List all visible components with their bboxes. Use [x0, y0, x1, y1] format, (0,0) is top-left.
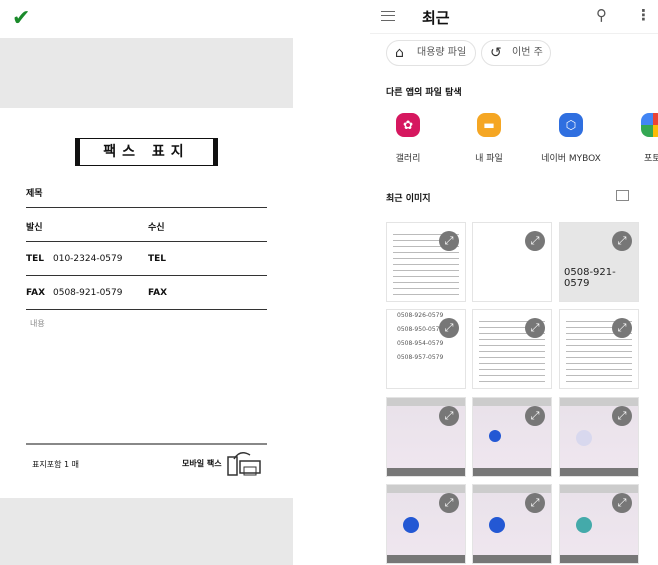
- expand-icon[interactable]: ⤢: [439, 406, 459, 426]
- tag-icon: ⌂: [395, 45, 404, 61]
- expand-icon[interactable]: ⤢: [525, 231, 545, 251]
- receiver-tel-label: TEL: [148, 254, 167, 264]
- list-view-icon[interactable]: [616, 190, 629, 201]
- app-label: 네이버 MYBOX: [541, 154, 601, 164]
- fax-row[interactable]: FAX 0508-921-0579 FAX: [26, 276, 267, 310]
- tel-label: TEL: [26, 254, 45, 264]
- thumb-content: [489, 430, 501, 442]
- image-thumb[interactable]: ⤢: [559, 309, 639, 389]
- explore-title: 다른 앱의 파일 탐색: [386, 88, 462, 98]
- mobile-fax-icon: [227, 452, 261, 476]
- expand-icon[interactable]: ⤢: [525, 406, 545, 426]
- photos-icon: [641, 113, 658, 137]
- check-icon[interactable]: ✔: [12, 6, 30, 31]
- app-bar: 최근 ⚲ ⋮: [370, 0, 658, 34]
- fax-cover-title: 팩스 표지: [75, 138, 218, 166]
- image-thumb[interactable]: ⤢: [386, 397, 466, 477]
- sender-receiver-row: 발신 수신: [26, 208, 267, 242]
- expand-icon[interactable]: ⤢: [439, 493, 459, 513]
- thumb-number: 0508-957-0579: [397, 354, 444, 361]
- file-picker-panel: 최근 ⚲ ⋮ ⌂ 대용량 파일 ↺ 이번 주 다른 앱의 파일 탐색 ✿ 갤러리 ▬ 내…: [370, 0, 658, 565]
- thumb-number: 0508-926-0579: [397, 312, 444, 319]
- image-thumb[interactable]: ⤢: [386, 484, 466, 564]
- folder-icon: ▬: [477, 113, 501, 137]
- thumb-content: [576, 517, 592, 533]
- image-thumb[interactable]: ⤢: [386, 222, 466, 302]
- thumb-content: [576, 430, 592, 446]
- fax-cover-panel: ✔ 팩스 표지 제목 발신 수신 TEL 010-2324-0579 TEL FAX 0…: [0, 0, 293, 565]
- chip-label: 이번 주: [512, 47, 543, 58]
- top-margin: [0, 38, 293, 108]
- thumb-number: 0508-950-0579: [397, 326, 444, 333]
- sender-fax: 0508-921-0579: [53, 288, 123, 298]
- page-title: 최근: [422, 9, 450, 27]
- image-thumb[interactable]: ⤢: [559, 397, 639, 477]
- more-icon[interactable]: ⋮: [636, 6, 651, 24]
- expand-icon[interactable]: ⤢: [612, 406, 632, 426]
- receiver-label: 수신: [148, 223, 165, 233]
- mybox-icon: ⬡: [559, 113, 583, 137]
- expand-icon[interactable]: ⤢: [612, 318, 632, 338]
- memo-field[interactable]: 내용: [30, 318, 45, 329]
- fax-label: FAX: [26, 288, 46, 298]
- chip-this-week[interactable]: ↺ 이번 주: [481, 40, 551, 66]
- app-mybox[interactable]: ⬡ 네이버 MYBOX: [531, 110, 611, 164]
- app-my-files[interactable]: ▬ 내 파일: [449, 110, 529, 164]
- sender-tel: 010-2324-0579: [53, 254, 123, 264]
- chip-label: 대용량 파일: [417, 47, 467, 58]
- thumb-content: [489, 517, 505, 533]
- app-label: 포토: [644, 154, 658, 164]
- thumb-number: 0508-954-0579: [397, 340, 444, 347]
- gallery-icon: ✿: [396, 113, 420, 137]
- subject-row[interactable]: 제목: [26, 174, 267, 208]
- tel-row[interactable]: TEL 010-2324-0579 TEL: [26, 242, 267, 276]
- image-thumb[interactable]: ⤢: [472, 484, 552, 564]
- image-thumb[interactable]: ⤢: [559, 484, 639, 564]
- receiver-fax-label: FAX: [148, 288, 168, 298]
- expand-icon[interactable]: ⤢: [612, 493, 632, 513]
- image-thumb[interactable]: 0508-921-0579 ⤢: [559, 222, 639, 302]
- thumb-content: [403, 517, 419, 533]
- search-icon[interactable]: ⚲: [596, 6, 607, 24]
- app-label: 갤러리: [395, 154, 421, 164]
- menu-icon[interactable]: [381, 11, 395, 21]
- expand-icon[interactable]: ⤢: [525, 493, 545, 513]
- bottom-margin: [0, 498, 293, 565]
- image-thumb[interactable]: ⤢: [472, 222, 552, 302]
- expand-icon[interactable]: ⤢: [612, 231, 632, 251]
- thumb-fax-number: 0508-921-0579: [564, 267, 616, 289]
- chip-large-files[interactable]: ⌂ 대용량 파일: [386, 40, 476, 66]
- image-thumb[interactable]: ⤢: [472, 397, 552, 477]
- cover-footer: 표지포함 1 매 모바일 팩스: [26, 443, 267, 483]
- app-label: 내 파일: [475, 154, 503, 164]
- expand-icon[interactable]: ⤢: [439, 231, 459, 251]
- app-photos[interactable]: 포토: [616, 110, 658, 164]
- brand-label: 모바일 팩스: [182, 459, 222, 468]
- subject-label: 제목: [26, 189, 43, 199]
- image-thumb[interactable]: ⤢: [472, 309, 552, 389]
- sender-label: 발신: [26, 223, 43, 233]
- app-gallery[interactable]: ✿ 갤러리: [368, 110, 448, 164]
- expand-icon[interactable]: ⤢: [525, 318, 545, 338]
- recent-images-title: 최근 이미지: [386, 194, 431, 204]
- history-icon: ↺: [490, 45, 502, 61]
- page-count: 표지포함 1 매: [32, 460, 79, 469]
- expand-icon[interactable]: ⤢: [439, 318, 459, 338]
- image-thumb[interactable]: 0508-926-0579 0508-950-0579 0508-954-057…: [386, 309, 466, 389]
